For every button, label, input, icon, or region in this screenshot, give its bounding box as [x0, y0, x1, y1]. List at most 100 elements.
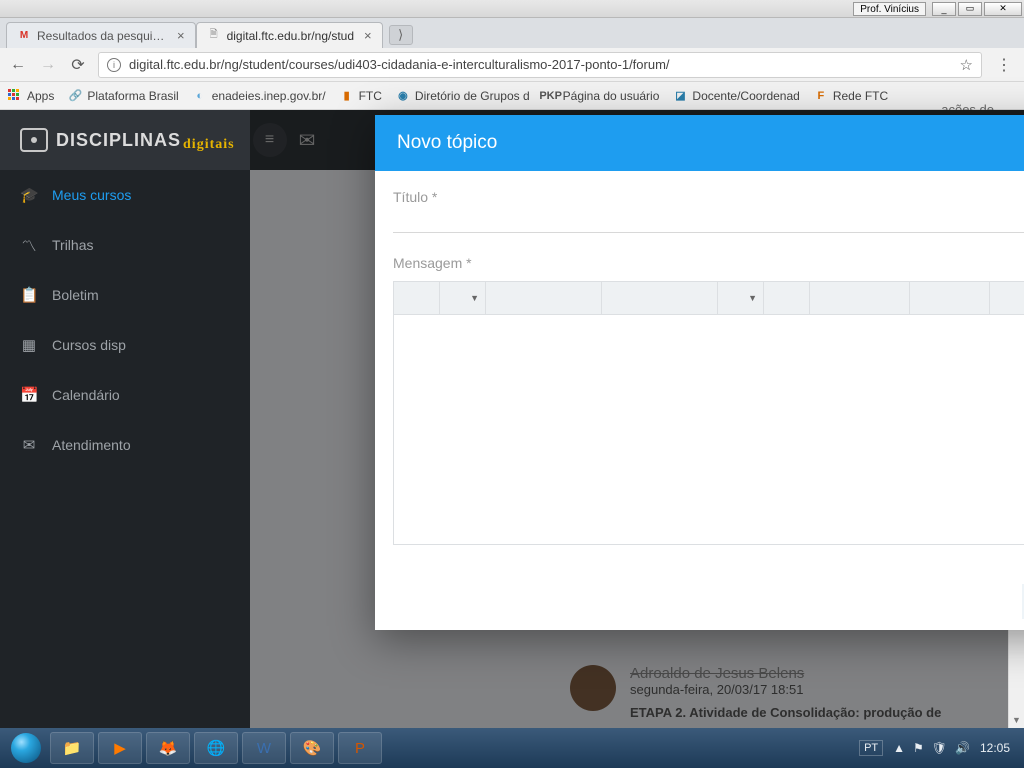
- new-topic-modal: Novo tópico ✕ Título * Mensagem * ▼▼ ▼ S…: [375, 115, 1024, 630]
- chevron-down-icon: ▼: [748, 293, 757, 303]
- editor-toolbar-button[interactable]: ▼: [718, 282, 764, 314]
- windows-orb-icon: [11, 733, 41, 763]
- bookmark-item[interactable]: ◐ enadeies.inep.gov.br/: [193, 89, 326, 103]
- editor-toolbar-button[interactable]: [602, 282, 718, 314]
- browser-tab-gmail[interactable]: M Resultados da pesquisa - ×: [6, 22, 196, 48]
- os-user-label: Prof. Vinícius: [853, 2, 926, 16]
- bookmark-label: Diretório de Grupos d: [415, 89, 530, 103]
- tab-close-icon[interactable]: ×: [364, 28, 372, 43]
- sidebar-item-label: Boletim: [52, 287, 99, 303]
- sidebar-item-label: Cursos disp: [52, 337, 126, 353]
- sidebar-item[interactable]: ✉Atendimento: [0, 420, 250, 470]
- scroll-down-icon[interactable]: ▼: [1009, 712, 1024, 728]
- title-field-label: Título *: [393, 189, 1024, 205]
- bookmark-favicon-icon: ◐: [193, 89, 207, 103]
- bookmarks-bar: Apps 🔗 Plataforma Brasil ◐ enadeies.inep.go…: [0, 82, 1024, 110]
- tab-close-icon[interactable]: ×: [177, 28, 185, 43]
- bookmark-label: Docente/Coordenad: [692, 89, 799, 103]
- start-button[interactable]: [6, 732, 46, 764]
- bookmark-favicon-icon: PKP: [544, 89, 558, 103]
- tray-icon[interactable]: 🛡: [932, 741, 947, 755]
- editor-textarea[interactable]: [393, 315, 1024, 545]
- bookmark-item[interactable]: ◉ Diretório de Grupos d: [396, 89, 530, 103]
- bookmark-item[interactable]: ◪ Docente/Coordenad: [673, 89, 799, 103]
- editor-toolbar-button[interactable]: ▼: [440, 282, 486, 314]
- bookmark-favicon-icon: ▮: [340, 89, 354, 103]
- language-indicator[interactable]: PT: [859, 740, 883, 756]
- window-maximize-button[interactable]: ▭: [958, 2, 982, 16]
- editor-toolbar-button[interactable]: [810, 282, 910, 314]
- modal-title: Novo tópico: [397, 132, 1024, 154]
- window-minimize-button[interactable]: _: [932, 2, 956, 16]
- clock[interactable]: 12:05: [980, 741, 1010, 755]
- tray-icon[interactable]: 🔊: [955, 741, 970, 755]
- chevron-down-icon: ▼: [470, 293, 479, 303]
- gmail-icon: M: [17, 29, 31, 43]
- tray-icon[interactable]: ▲: [893, 741, 905, 755]
- forward-button[interactable]: →: [38, 55, 58, 75]
- bookmark-label: FTC: [359, 89, 382, 103]
- brand[interactable]: DISCIPLINAS digitais: [20, 127, 235, 153]
- editor-toolbar-button[interactable]: [394, 282, 440, 314]
- bookmark-item[interactable]: FRede FTC: [814, 89, 888, 103]
- taskbar-app[interactable]: 📁: [50, 732, 94, 764]
- bookmark-item[interactable]: 🔗 Plataforma Brasil: [68, 89, 178, 103]
- modal-header: Novo tópico ✕: [375, 115, 1024, 171]
- back-button[interactable]: ←: [8, 55, 28, 75]
- tab-title: Resultados da pesquisa -: [37, 29, 167, 43]
- browser-menu-button[interactable]: ⋮: [992, 55, 1016, 75]
- bookmark-item[interactable]: ▮ FTC: [340, 89, 382, 103]
- title-input[interactable]: [393, 207, 1024, 233]
- sidebar-item-icon: 〽: [20, 235, 38, 256]
- browser-toolbar: ← → ⟳ i digital.ftc.edu.br/ng/student/co…: [0, 48, 1024, 82]
- editor-toolbar-button[interactable]: [486, 282, 602, 314]
- sidebar-item[interactable]: 〽Trilhas: [0, 220, 250, 270]
- sidebar-item-icon: 📅: [20, 386, 38, 404]
- bookmark-label: Página do usuário: [563, 89, 660, 103]
- bookmark-favicon-icon: ◪: [673, 89, 687, 103]
- brand-mark-icon: [20, 128, 48, 152]
- sidebar-item[interactable]: 📅 Calendário: [0, 370, 250, 420]
- sidebar-item[interactable]: ▦ Cursos disp: [0, 320, 250, 370]
- os-titlebar: Prof. Vinícius _ ▭ ✕: [0, 0, 1024, 18]
- sidebar-item-label: Calendário: [52, 387, 120, 403]
- taskbar-app[interactable]: 🌐: [194, 732, 238, 764]
- modal-body: Título * Mensagem * ▼▼: [375, 171, 1024, 572]
- bookmark-favicon-icon: 🔗: [68, 89, 82, 103]
- sidebar-item[interactable]: 📋 Boletim: [0, 270, 250, 320]
- bookmark-item[interactable]: PKP Página do usuário: [544, 89, 660, 103]
- new-tab-button[interactable]: ⟩: [389, 25, 413, 45]
- reload-button[interactable]: ⟳: [68, 55, 88, 75]
- sidebar-item-label: Meus cursos: [52, 187, 131, 203]
- editor-toolbar-button[interactable]: [764, 282, 810, 314]
- sidebar-item-icon: ▦: [20, 336, 38, 354]
- sidebar-item-icon: 🎓: [20, 186, 38, 204]
- apps-button[interactable]: Apps: [8, 89, 54, 103]
- taskbar-app[interactable]: W: [242, 732, 286, 764]
- sidebar-item[interactable]: 🎓 Meus cursos: [0, 170, 250, 220]
- url-text: digital.ftc.edu.br/ng/student/courses/ud…: [129, 57, 952, 72]
- tray-icon[interactable]: ⚑: [913, 741, 924, 755]
- window-close-button[interactable]: ✕: [984, 2, 1022, 16]
- apps-grid-icon: [8, 89, 22, 103]
- main-content: ações de efesa. a afro- 18% AÇÕES ÃO 📌 T…: [250, 110, 1024, 728]
- windows-taskbar: 📁▶🦊🌐W🎨P PT ▲ ⚑ 🛡 🔊 12:05: [0, 728, 1024, 768]
- app-root: DISCIPLINAS digitais ≡ ✉ VINICIUS DE MOR…: [0, 110, 1024, 728]
- sidebar-item-icon: 📋: [20, 286, 38, 304]
- bookmark-star-icon[interactable]: ☆: [960, 56, 973, 74]
- taskbar-app[interactable]: 🎨: [290, 732, 334, 764]
- bookmark-favicon-icon: ◉: [396, 89, 410, 103]
- taskbar-app[interactable]: ▶: [98, 732, 142, 764]
- editor-toolbar: ▼▼: [393, 281, 1024, 315]
- bookmark-label: Plataforma Brasil: [87, 89, 178, 103]
- message-field-label: Mensagem *: [393, 255, 1024, 271]
- site-info-icon[interactable]: i: [107, 58, 121, 72]
- sidebar-item-icon: ✉: [20, 436, 38, 454]
- editor-toolbar-button[interactable]: [910, 282, 990, 314]
- taskbar-app[interactable]: P: [338, 732, 382, 764]
- bookmark-label: enadeies.inep.gov.br/: [212, 89, 326, 103]
- browser-tab-ftc[interactable]: 🗎 digital.ftc.edu.br/ng/stud ×: [196, 22, 383, 48]
- editor-toolbar-button[interactable]: [990, 282, 1024, 314]
- address-bar[interactable]: i digital.ftc.edu.br/ng/student/courses/…: [98, 52, 982, 78]
- taskbar-app[interactable]: 🦊: [146, 732, 190, 764]
